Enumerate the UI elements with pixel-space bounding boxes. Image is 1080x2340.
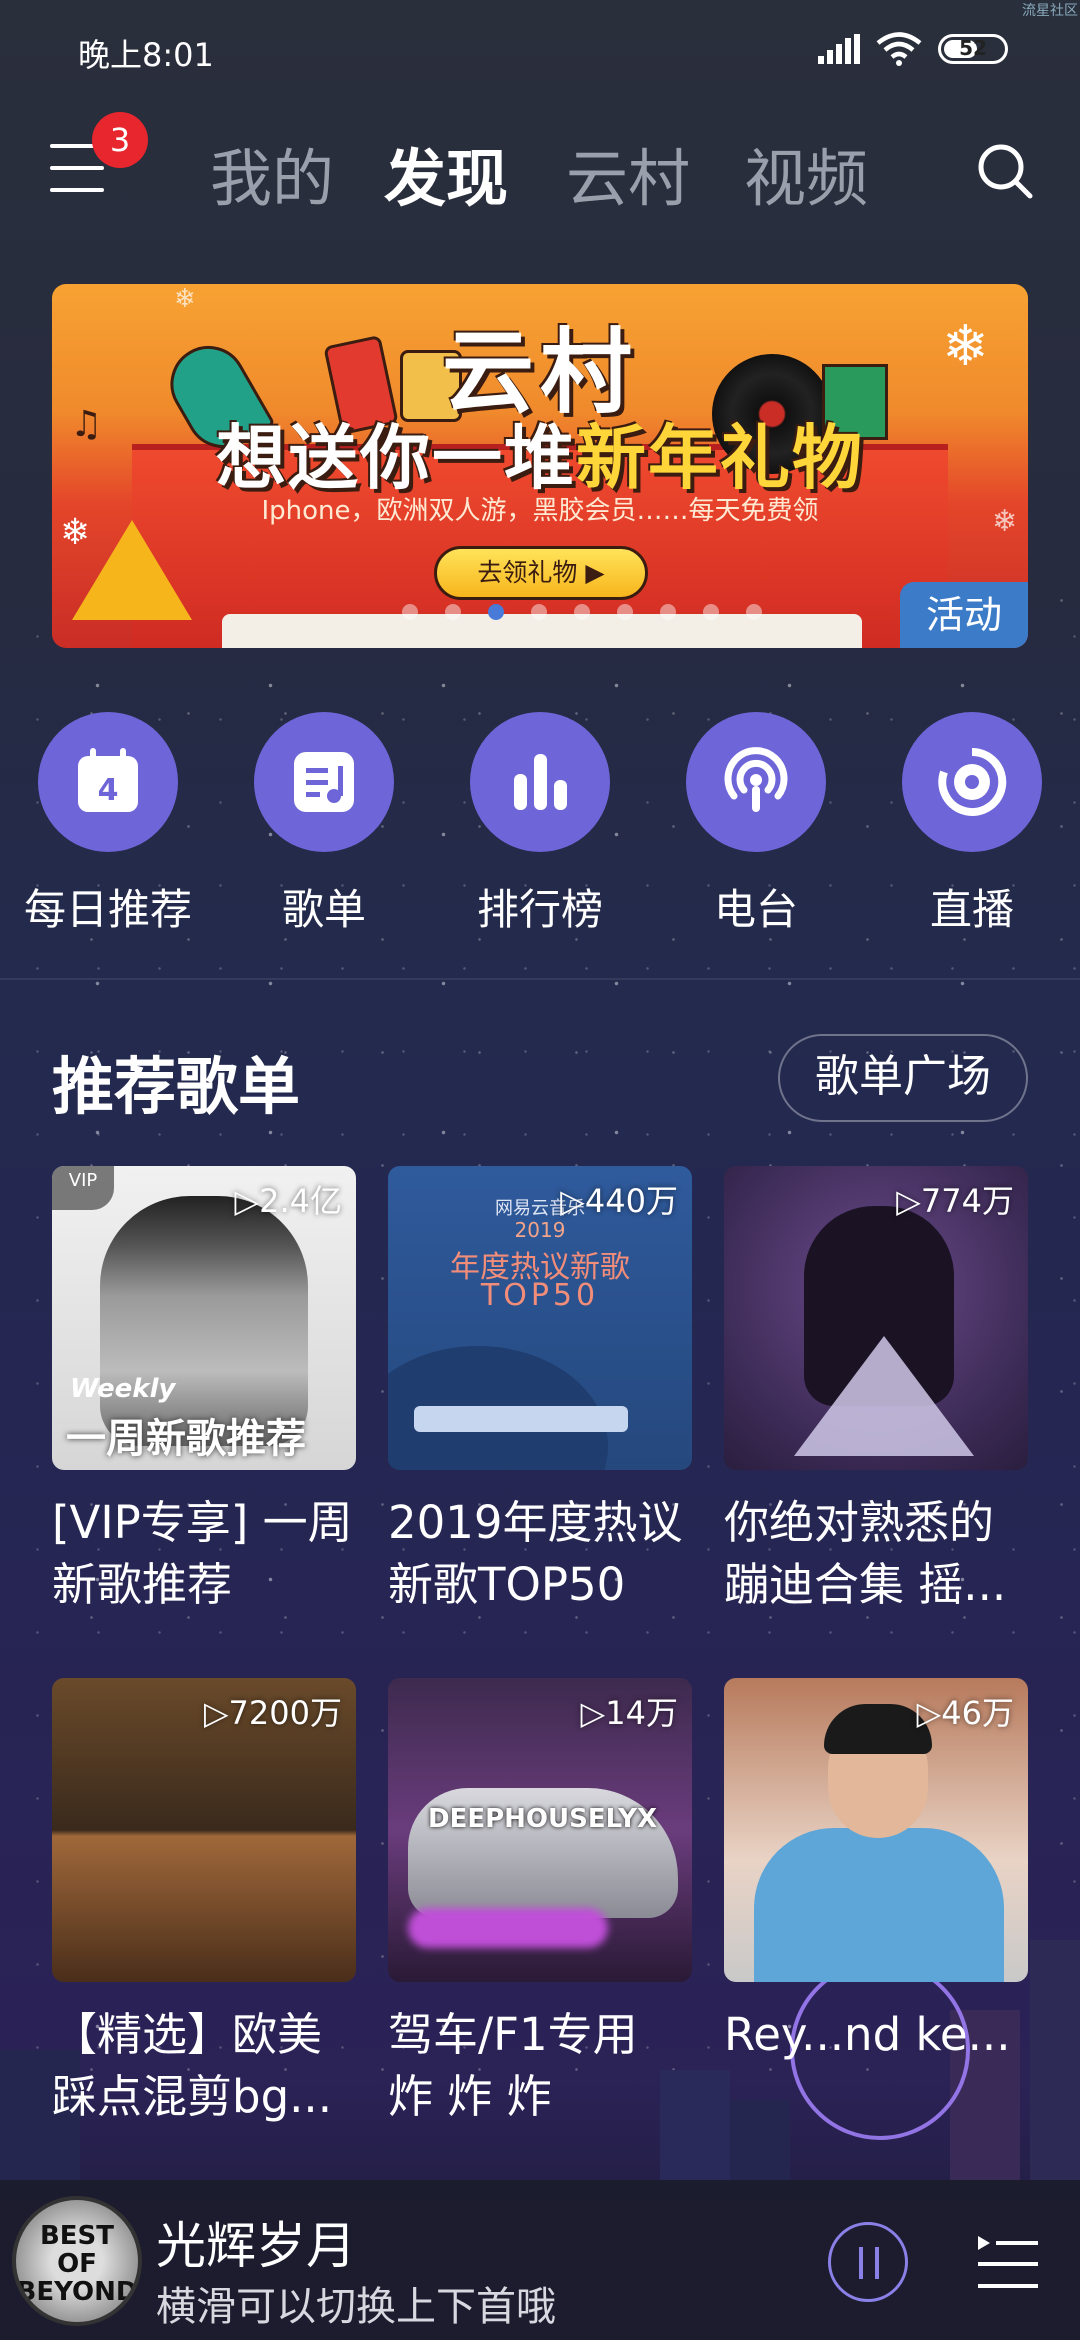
shortcut-label: 歌单 [281, 885, 366, 934]
playlist-card[interactable]: DEEPHOUSELYX ▷14万 驾车/F1专用 炸 炸 炸 [388, 1678, 692, 2128]
live-disc-icon [938, 747, 1007, 816]
playlist-cover: ▷7200万 [52, 1678, 356, 1982]
play-count: ▷440万 [560, 1182, 678, 1220]
shortcut-playlist[interactable]: 歌单 [234, 712, 414, 937]
playlist-card[interactable]: ▷774万 你绝对熟悉的蹦迪合集 摇... [724, 1166, 1028, 1616]
playlist-cover: ▷774万 [724, 1166, 1028, 1470]
playlist-card[interactable]: ▷7200万 【精选】欧美踩点混剪bg... [52, 1678, 356, 2128]
top-nav: 3 我的 发现 云村 视频 [0, 100, 1080, 240]
song-title: 光辉岁月 [156, 2217, 356, 2275]
vip-badge: VIP [52, 1166, 114, 1210]
wifi-icon [876, 32, 922, 66]
playlist-icon [294, 752, 354, 812]
notification-badge: 3 [92, 112, 148, 168]
shortcut-live[interactable]: 直播 [882, 712, 1062, 937]
battery-level: 52 [959, 36, 987, 60]
play-count: ▷2.4亿 [234, 1182, 342, 1220]
play-count: ▷14万 [580, 1694, 678, 1732]
status-bar: 晚上8:01 52 流星社区 [0, 0, 1080, 100]
play-count: ▷774万 [896, 1182, 1014, 1220]
divider [0, 978, 1080, 980]
battery-icon: 52 [938, 34, 1008, 64]
calendar-icon: 4 [78, 748, 138, 812]
tab-video[interactable]: 视频 [744, 128, 868, 218]
signal-icon [818, 34, 860, 64]
playlist-title: 2019年度热议新歌TOP50 [388, 1496, 683, 1611]
search-icon[interactable] [976, 142, 1034, 200]
chart-bars-icon [514, 754, 567, 810]
watermark-text: 流星社区 [1022, 3, 1078, 19]
podcast-icon [724, 747, 788, 812]
shortcut-label: 直播 [929, 885, 1014, 934]
tab-mine[interactable]: 我的 [210, 128, 334, 218]
promo-banner[interactable]: ❄ ❄ ❄ ♫ ❄ 云村 想送你一堆新年礼物 Iphone，欧洲双人游，黑胶会员… [52, 284, 1028, 648]
playlist-title: 你绝对熟悉的蹦迪合集 摇... [724, 1496, 1007, 1611]
playlist-title: 【精选】欧美踩点混剪bg... [52, 2008, 333, 2123]
playlist-title: 驾车/F1专用 炸 炸 炸 [388, 2008, 638, 2123]
play-count: ▷7200万 [203, 1694, 342, 1732]
playlist-plaza-button[interactable]: 歌单广场 [778, 1034, 1028, 1122]
playlist-title: [VIP专享] 一周新歌推荐 [52, 1496, 353, 1611]
banner-subtitle: Iphone，欧洲双人游，黑胶会员……每天免费领 [261, 496, 819, 526]
shortcut-label: 每日推荐 [23, 885, 192, 934]
playlist-card[interactable]: 网易云音乐 2019 年度热议新歌 TOP50 ▷440万 2019年度热议新歌… [388, 1166, 692, 1616]
playlist-card[interactable]: Weekly 一周新歌推荐 VIP ▷2.4亿 [VIP专享] 一周新歌推荐 [52, 1166, 356, 1616]
pause-button[interactable] [828, 2222, 908, 2302]
banner-headline: 想送你一堆新年礼物 [216, 417, 864, 499]
album-art: BEST OF BEYOND [12, 2196, 142, 2326]
shortcut-daily[interactable]: 4 每日推荐 [18, 712, 198, 937]
playlist-title: Rey...nd ke... [724, 2008, 1011, 2061]
shortcut-radio[interactable]: 电台 [666, 712, 846, 937]
playlist-cover: DEEPHOUSELYX ▷14万 [388, 1678, 692, 1982]
shortcut-label: 电台 [713, 885, 798, 934]
banner-tag: 活动 [900, 582, 1028, 648]
playlist-cover: ▷46万 [724, 1678, 1028, 1982]
status-time: 晚上8:01 [78, 36, 214, 74]
playlist-cover: Weekly 一周新歌推荐 VIP ▷2.4亿 [52, 1166, 356, 1470]
playlist-card[interactable]: ▷46万 Rey...nd ke... [724, 1678, 1028, 2066]
tab-community[interactable]: 云村 [566, 128, 690, 218]
shortcut-charts[interactable]: 排行榜 [450, 712, 630, 937]
swipe-hint: 横滑可以切换上下首哦 [156, 2284, 556, 2330]
section-title: 推荐歌单 [52, 1050, 301, 1123]
mini-player[interactable]: BEST OF BEYOND 光辉岁月 横滑可以切换上下首哦 [0, 2180, 1080, 2340]
playlist-cover: 网易云音乐 2019 年度热议新歌 TOP50 ▷440万 [388, 1166, 692, 1470]
tab-discover[interactable]: 发现 [384, 128, 508, 218]
carousel-indicator [402, 604, 789, 624]
banner-cta-button[interactable]: 去领礼物 ▶ [434, 546, 648, 600]
playlist-queue-icon[interactable] [976, 2232, 1040, 2292]
shortcut-label: 排行榜 [476, 885, 603, 934]
play-count: ▷46万 [916, 1694, 1014, 1732]
svg-text:4: 4 [98, 773, 119, 808]
